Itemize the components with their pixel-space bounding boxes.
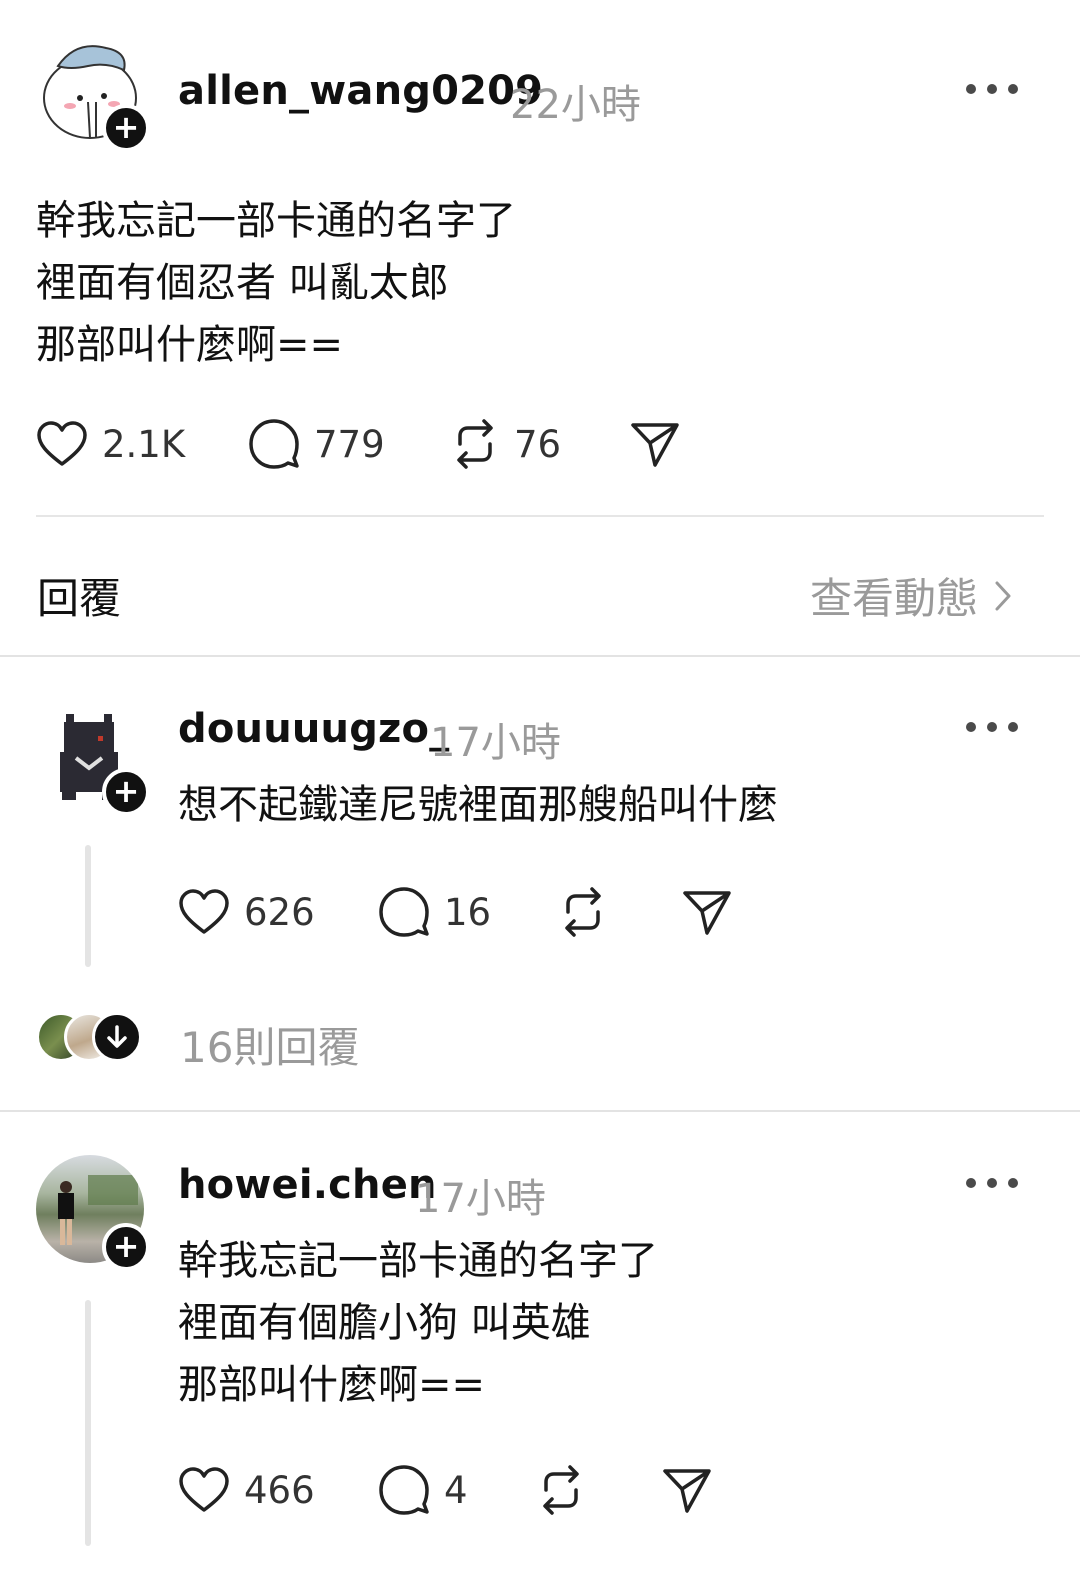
- reply-line: 裡面有個膽小狗 叫英雄: [178, 1300, 591, 1346]
- heart-icon: [179, 889, 229, 934]
- divider: [36, 515, 1044, 517]
- thread-line: [85, 1300, 91, 1546]
- like-button[interactable]: 626: [178, 882, 315, 942]
- comment-icon: [379, 1465, 429, 1515]
- post-actions: 2.1K 779 76: [36, 414, 736, 474]
- post-line: 幹我忘記一部卡通的名字了: [36, 198, 516, 244]
- share-icon: [663, 1469, 711, 1513]
- like-count: 2.1K: [102, 422, 186, 466]
- comment-count: 16: [444, 890, 492, 934]
- follow-plus-icon[interactable]: +: [102, 1223, 150, 1271]
- chevron-right-icon: [995, 581, 1011, 610]
- like-button[interactable]: 2.1K: [36, 414, 185, 474]
- comment-icon: [379, 887, 429, 937]
- repost-count: 76: [514, 422, 562, 466]
- more-icon[interactable]: [966, 1176, 1018, 1190]
- reply-line: 想不起鐵達尼號裡面那艘船叫什麼: [178, 782, 778, 828]
- comment-button[interactable]: 779: [248, 414, 385, 474]
- repost-button[interactable]: [536, 1460, 586, 1520]
- share-button[interactable]: [682, 882, 732, 942]
- heart-icon: [37, 421, 87, 466]
- like-count: 626: [244, 890, 315, 934]
- reply-body: 幹我忘記一部卡通的名字了 裡面有個膽小狗 叫英雄 那部叫什麼啊==: [178, 1230, 658, 1416]
- comment-count: 4: [444, 1468, 468, 1512]
- post-body: 幹我忘記一部卡通的名字了 裡面有個忍者 叫亂太郎 那部叫什麼啊==: [36, 190, 516, 376]
- heart-icon: [179, 1467, 229, 1512]
- reply-actions: 626 16: [178, 882, 778, 942]
- reply-time: 17小時: [415, 1176, 546, 1222]
- repost-button[interactable]: 76: [450, 414, 561, 474]
- more-icon[interactable]: [966, 720, 1018, 734]
- post-line: 那部叫什麼啊==: [36, 322, 344, 368]
- replies-label: 回覆: [37, 574, 122, 623]
- post-time: 22小時: [510, 82, 641, 128]
- repost-icon: [543, 1465, 579, 1515]
- share-icon: [631, 423, 679, 467]
- follow-plus-icon[interactable]: +: [102, 104, 150, 152]
- reply-author-avatar[interactable]: +: [36, 700, 150, 816]
- comment-count: 779: [314, 422, 385, 466]
- share-button[interactable]: [662, 1460, 712, 1520]
- view-activity-link[interactable]: 查看動態: [810, 565, 1012, 626]
- repost-button[interactable]: [558, 882, 608, 942]
- post-author-avatar[interactable]: +: [36, 36, 150, 152]
- repost-icon: [565, 887, 601, 937]
- reply-actions: 466 4: [178, 1460, 778, 1520]
- reply-author-avatar[interactable]: +: [36, 1155, 150, 1271]
- thread-line: [85, 845, 91, 967]
- comment-button[interactable]: 4: [378, 1460, 468, 1520]
- reply-line: 幹我忘記一部卡通的名字了: [178, 1238, 658, 1284]
- reply-line: 那部叫什麼啊==: [178, 1362, 486, 1408]
- view-activity-label: 查看動態: [809, 574, 978, 623]
- more-icon[interactable]: [966, 82, 1018, 96]
- arrow-down-icon: [92, 1012, 142, 1062]
- reply-avatars[interactable]: [36, 1012, 146, 1064]
- view-replies-link[interactable]: 16則回覆: [180, 1014, 359, 1075]
- reply-username[interactable]: douuuugzo_: [178, 706, 449, 752]
- comment-icon: [249, 419, 299, 469]
- share-icon: [683, 891, 731, 935]
- reply-body: 想不起鐵達尼號裡面那艘船叫什麼: [178, 774, 778, 836]
- threads-post-page: + allen_wang0209 22小時 幹我忘記一部卡通的名字了 裡面有個忍…: [0, 0, 1080, 1596]
- post-username[interactable]: allen_wang0209: [178, 68, 543, 114]
- share-button[interactable]: [630, 414, 680, 474]
- repost-icon: [457, 419, 493, 469]
- section-divider: [0, 1110, 1080, 1112]
- like-count: 466: [244, 1468, 315, 1512]
- like-button[interactable]: 466: [178, 1460, 315, 1520]
- post-line: 裡面有個忍者 叫亂太郎: [36, 260, 449, 306]
- reply-time: 17小時: [430, 720, 561, 766]
- comment-button[interactable]: 16: [378, 882, 491, 942]
- section-divider: [0, 655, 1080, 657]
- reply-username[interactable]: howei.chen: [178, 1162, 437, 1208]
- follow-plus-icon[interactable]: +: [102, 768, 150, 816]
